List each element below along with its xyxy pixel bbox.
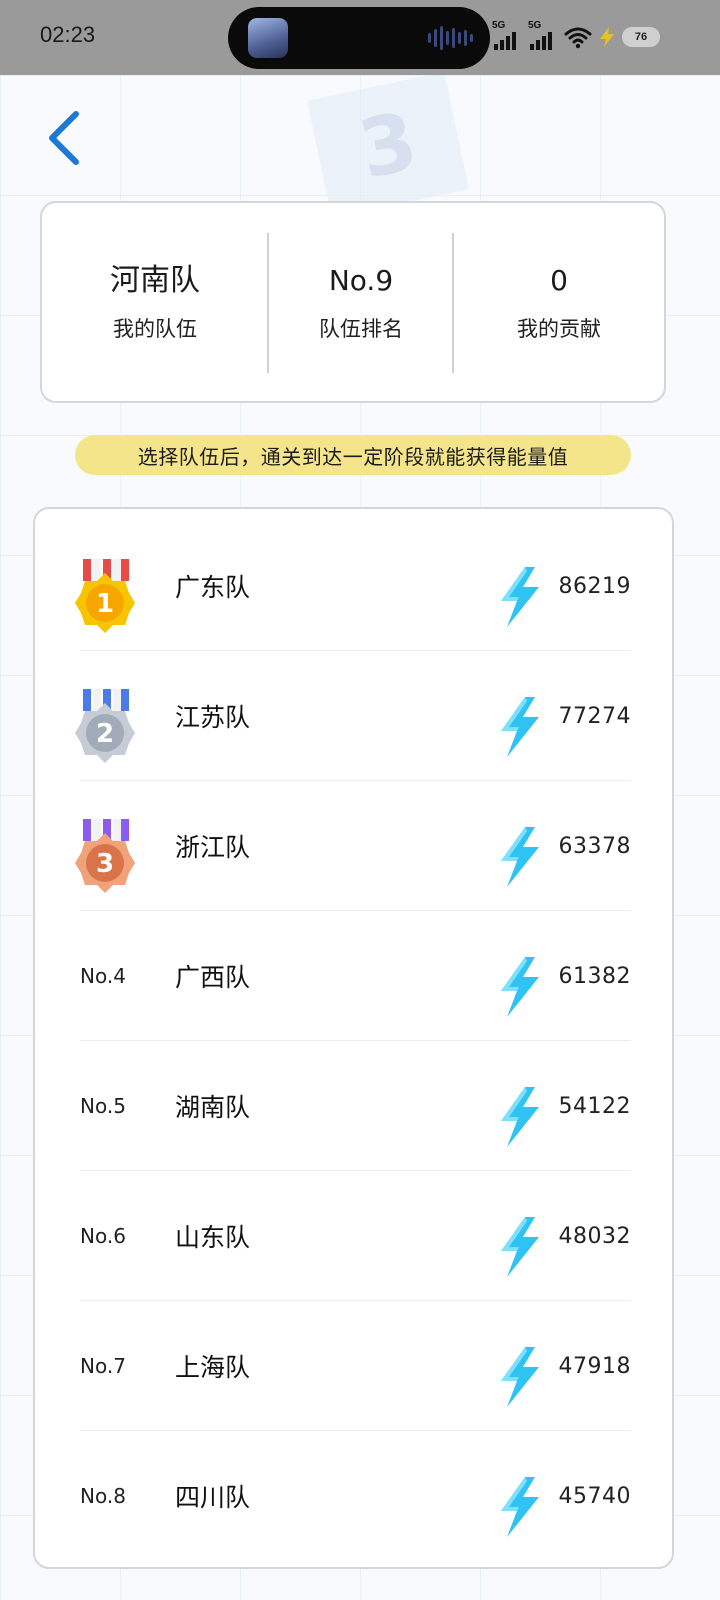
signal-icon: 5G <box>528 20 558 50</box>
team-rank-value: No.9 <box>328 264 394 297</box>
contribution-cell: 0 我的贡献 <box>454 203 664 401</box>
rank-label: No.5 <box>80 1094 126 1118</box>
lightning-bolt-icon <box>501 1477 539 1537</box>
my-team-summary: 河南队 我的队伍 No.9 队伍排名 0 我的贡献 <box>40 201 666 403</box>
signal-label: 5G <box>528 20 542 31</box>
energy-score: 63378 <box>558 833 631 859</box>
team-name: 四川队 <box>175 1483 251 1512</box>
charging-icon <box>600 27 614 47</box>
team-name: 广东队 <box>175 573 251 602</box>
dynamic-island[interactable] <box>228 7 490 69</box>
energy-score: 77274 <box>558 703 631 729</box>
signal-icon: 5G <box>492 20 522 50</box>
energy-score: 61382 <box>558 963 631 989</box>
energy-score: 48032 <box>558 1223 631 1249</box>
leaderboard-row[interactable]: No.4 广西队 61382 <box>35 911 676 1041</box>
rank-label: No.8 <box>80 1484 126 1508</box>
lightning-bolt-icon <box>501 957 539 1017</box>
lightning-bolt-icon <box>501 1217 539 1277</box>
leaderboard-row[interactable]: No.6 山东队 48032 <box>35 1171 676 1301</box>
svg-text:3: 3 <box>96 849 114 879</box>
leaderboard-row[interactable]: 2 江苏队 77274 <box>35 651 676 781</box>
team-name: 浙江队 <box>175 833 251 862</box>
team-rank-label: 队伍排名 <box>319 317 403 341</box>
leaderboard-list: 1 广东队 86219 2 江苏队 77274 3 浙江队 63378 No.4… <box>33 507 674 1569</box>
lightning-bolt-icon <box>501 827 539 887</box>
battery-icon: 76 <box>622 27 660 47</box>
team-name: 江苏队 <box>175 703 251 732</box>
rank-label: No.7 <box>80 1354 126 1378</box>
energy-score: 45740 <box>558 1483 631 1509</box>
team-name: 上海队 <box>175 1353 251 1382</box>
rank-label: No.4 <box>80 964 126 988</box>
lightning-bolt-icon <box>501 567 539 627</box>
status-icons: 5G 5G 76 <box>492 20 692 54</box>
team-cell: 河南队 我的队伍 <box>42 203 268 401</box>
team-name: 河南队 <box>110 263 200 298</box>
lightning-bolt-icon <box>501 1087 539 1147</box>
silver-medal-icon: 2 <box>75 689 135 763</box>
leaderboard-row[interactable]: No.8 四川队 45740 <box>35 1431 676 1561</box>
rank-cell: No.9 队伍排名 <box>268 203 454 401</box>
energy-score: 54122 <box>558 1093 631 1119</box>
team-label: 我的队伍 <box>113 317 197 341</box>
status-time: 02:23 <box>40 22 96 47</box>
contribution-label: 我的贡献 <box>517 317 601 341</box>
svg-text:2: 2 <box>96 719 114 749</box>
leaderboard-row[interactable]: No.7 上海队 47918 <box>35 1301 676 1431</box>
media-thumbnail <box>248 18 288 58</box>
wifi-icon <box>564 27 592 49</box>
team-name: 山东队 <box>175 1223 251 1252</box>
status-bar: 02:23 5G 5G 76 <box>0 0 720 75</box>
energy-score: 47918 <box>558 1353 631 1379</box>
svg-text:1: 1 <box>96 589 114 619</box>
bronze-medal-icon: 3 <box>75 819 135 893</box>
team-name: 广西队 <box>175 963 251 992</box>
rank-label: No.6 <box>80 1224 126 1248</box>
leaderboard-row[interactable]: 1 广东队 86219 <box>35 521 676 651</box>
contribution-value: 0 <box>550 264 568 297</box>
back-chevron-icon[interactable] <box>42 108 86 168</box>
info-notice: 选择队伍后，通关到达一定阶段就能获得能量值 <box>75 435 631 475</box>
leaderboard-row[interactable]: 3 浙江队 63378 <box>35 781 676 911</box>
lightning-bolt-icon <box>501 697 539 757</box>
energy-score: 86219 <box>558 573 631 599</box>
gold-medal-icon: 1 <box>75 559 135 633</box>
leaderboard-row[interactable]: No.5 湖南队 54122 <box>35 1041 676 1171</box>
team-name: 湖南队 <box>175 1093 251 1122</box>
lightning-bolt-icon <box>501 1347 539 1407</box>
signal-label: 5G <box>492 20 506 31</box>
audio-wave-icon <box>428 26 473 50</box>
